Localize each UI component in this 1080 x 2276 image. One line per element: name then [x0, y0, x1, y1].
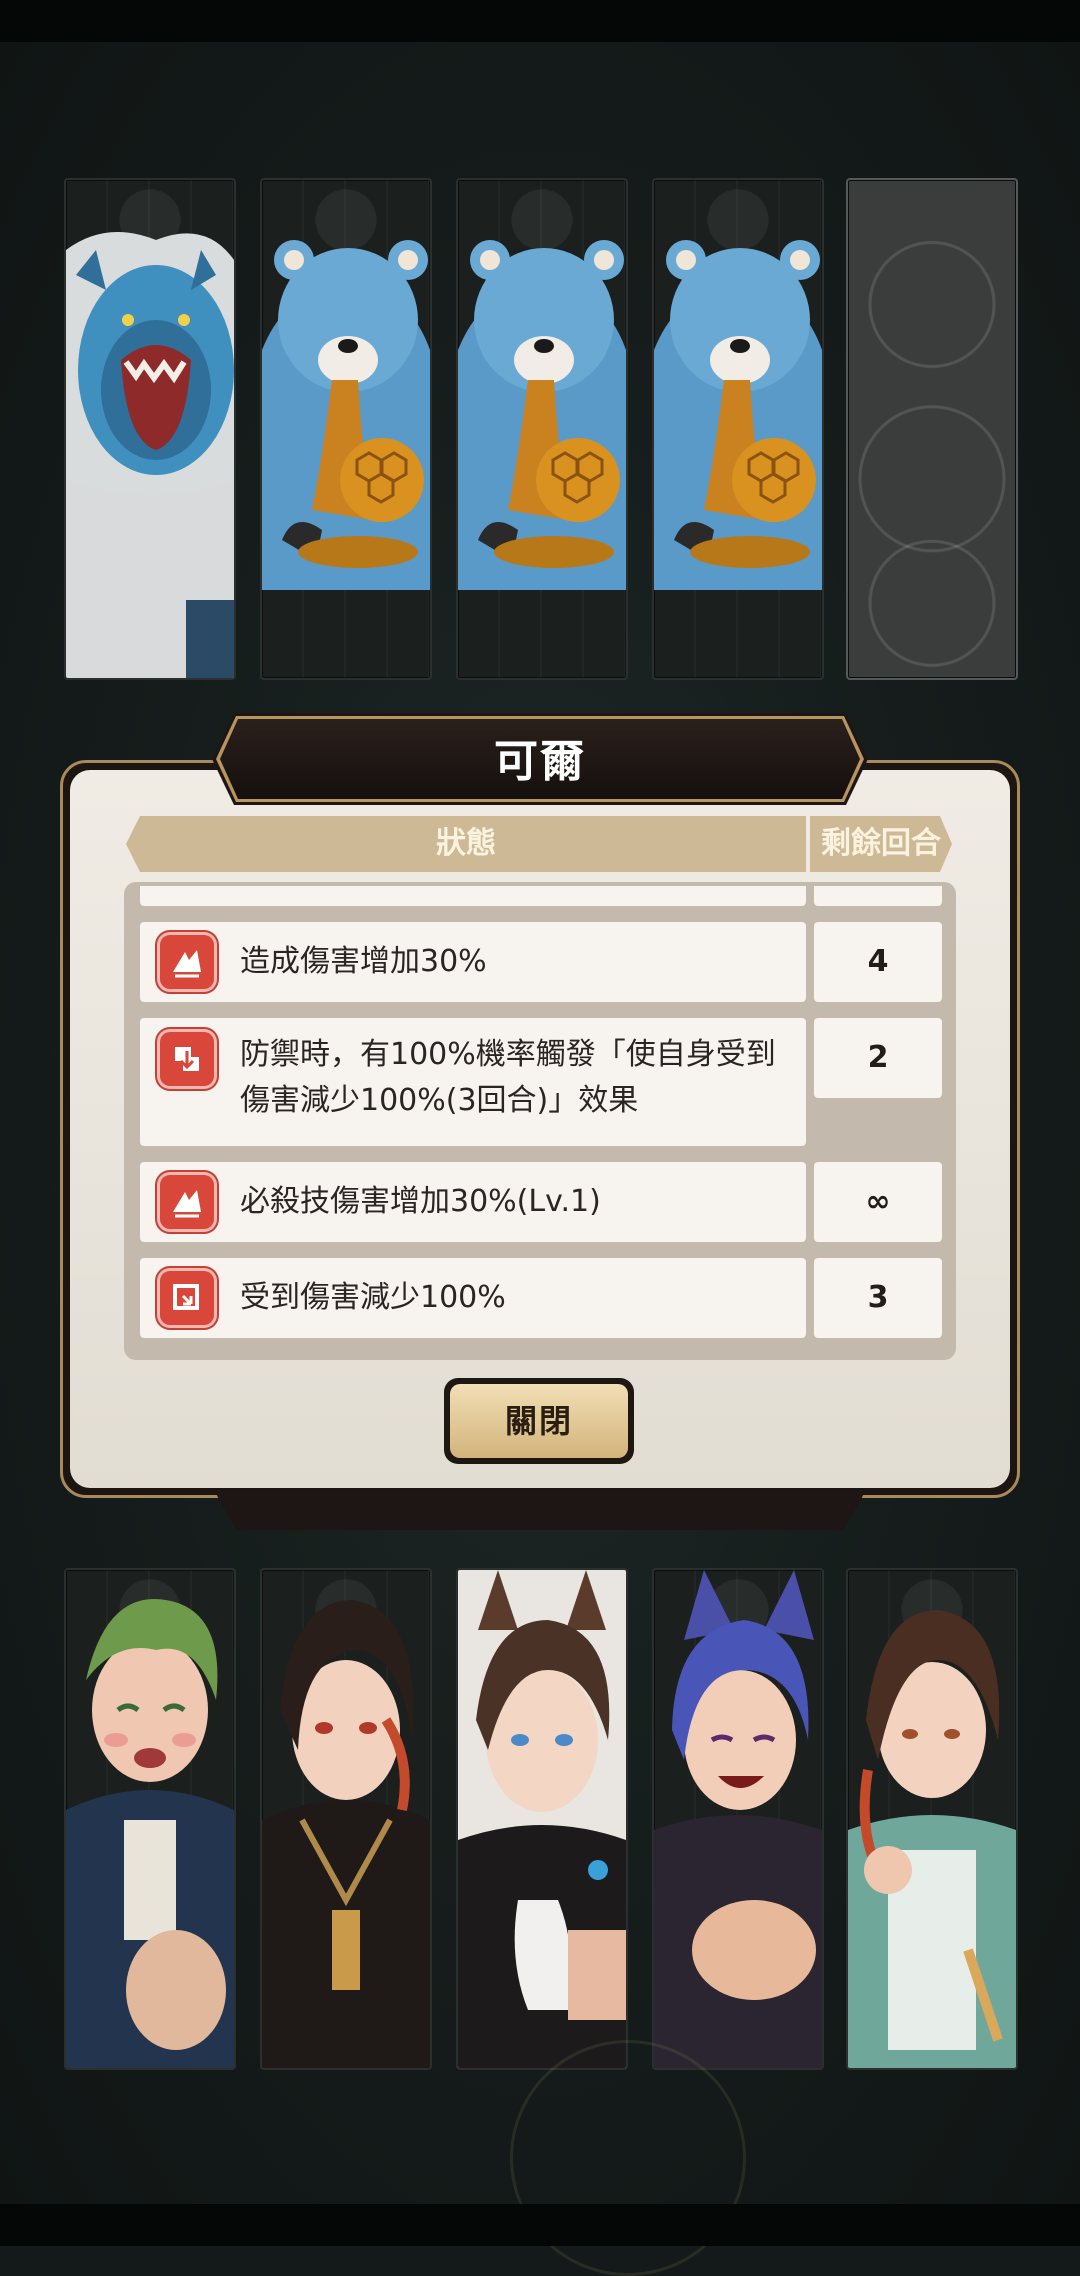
ally-card-wolf-ear[interactable] [456, 1568, 628, 2070]
status-text: 造成傷害增加30% [240, 944, 487, 979]
ally-card-green-hair[interactable] [64, 1568, 236, 2070]
status-text: 受到傷害減少100% [240, 1280, 506, 1315]
navigation-bar [0, 2204, 1080, 2246]
status-row-description: 受到傷害減少100% [140, 1258, 806, 1338]
enemy-card-blue-bear[interactable] [652, 178, 824, 680]
ally-card-dark-hair-red-eye[interactable] [260, 1568, 432, 2070]
enemy-card-blue-bear[interactable] [260, 178, 432, 680]
partially-scrolled-row [140, 886, 942, 908]
status-text: 必殺技傷害增加30%(Lv.1) [240, 1184, 601, 1219]
status-turns-remaining: ∞ [814, 1162, 942, 1242]
dialog-title: 可爾 [494, 736, 586, 787]
status-bar [0, 0, 1080, 42]
status-row-description: 防禦時，有100%機率觸發「使自身受到傷害減少100%(3回合)」效果 [140, 1018, 806, 1146]
turns-column-header: 剩餘回合 [810, 816, 952, 872]
defense-trigger-icon [160, 1032, 214, 1086]
dialog-bottom-ornament [214, 1490, 866, 1530]
status-text: 防禦時，有100%機率觸發「使自身受到傷害減少100%(3回合)」效果 [240, 1037, 776, 1118]
ally-card-brown-hair-teal-coat[interactable] [846, 1568, 1018, 2070]
close-button[interactable]: 關閉 [450, 1384, 628, 1458]
attack-up-icon [160, 1175, 214, 1229]
status-row-description: 造成傷害增加30% [140, 922, 806, 1002]
enemy-card-blue-bear[interactable] [456, 178, 628, 680]
enemy-card-empty-slot [846, 178, 1018, 680]
status-turns-remaining: 4 [814, 922, 942, 1002]
status-row-description: 必殺技傷害增加30%(Lv.1) [140, 1162, 806, 1242]
ally-card-purple-hair-cat-ear[interactable] [652, 1568, 824, 2070]
status-turns-remaining: 3 [814, 1258, 942, 1338]
damage-reduction-icon [160, 1271, 214, 1325]
status-column-header: 狀態 [126, 816, 806, 872]
enemy-card-roaring-bear[interactable] [64, 178, 236, 680]
attack-up-icon [160, 935, 214, 989]
status-turns-remaining: 2 [814, 1018, 942, 1098]
